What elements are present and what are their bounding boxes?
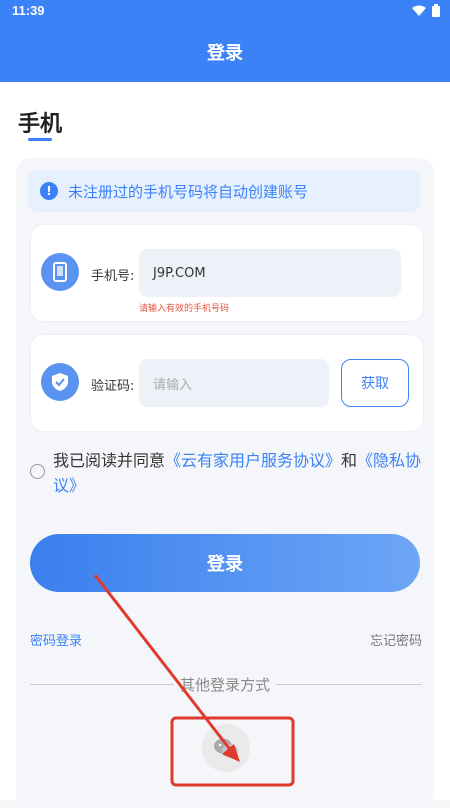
phone-icon	[41, 253, 79, 291]
get-code-button[interactable]: 获取	[341, 359, 409, 407]
phone-label: 手机号:	[91, 269, 135, 284]
login-button[interactable]: 登录	[30, 534, 420, 592]
header-title: 登录	[207, 43, 243, 64]
agreement-row: 我已阅读并同意《云有家用户服务协议》和《隐私协议》	[30, 448, 430, 498]
wifi-icon	[412, 5, 426, 16]
terms-link[interactable]: 《云有家用户服务协议》	[165, 451, 341, 470]
login-page: 手机 ! 未注册过的手机号码将自动创建账号 手机号: J9P.COM 请输入有效…	[0, 82, 450, 808]
agreement-checkbox[interactable]	[30, 464, 45, 479]
info-icon: !	[40, 182, 58, 200]
other-login-label: 其他登录方式	[16, 674, 434, 695]
phone-error: 请输入有效的手机号码	[139, 304, 230, 314]
code-label: 验证码:	[91, 379, 135, 394]
app-header: 登录	[0, 22, 450, 82]
wechat-icon	[214, 738, 238, 758]
phone-field: 手机号: J9P.COM 请输入有效的手机号码	[30, 224, 424, 322]
status-icons	[412, 4, 440, 17]
section-title: 手机	[18, 112, 63, 137]
phone-input[interactable]: J9P.COM	[139, 249, 401, 297]
code-field: 验证码: 请输入 获取	[30, 334, 424, 432]
password-login-link[interactable]: 密码登录	[30, 630, 82, 649]
forgot-password-link[interactable]: 忘记密码	[370, 630, 422, 649]
section-underline	[28, 138, 52, 141]
other-login-text: 其他登录方式	[173, 676, 276, 694]
agreement-text: 我已阅读并同意《云有家用户服务协议》和《隐私协议》	[53, 448, 428, 498]
notice-text: 未注册过的手机号码将自动创建账号	[68, 182, 309, 201]
status-time: 11:39	[12, 3, 45, 18]
agreement-prefix: 我已阅读并同意	[53, 451, 166, 470]
login-card: ! 未注册过的手机号码将自动创建账号 手机号: J9P.COM 请输入有效的手机…	[16, 158, 434, 808]
wechat-login-button[interactable]	[202, 724, 250, 772]
shield-check-icon	[41, 363, 79, 401]
status-bar: 11:39	[0, 0, 450, 22]
code-input[interactable]: 请输入	[139, 359, 329, 407]
battery-icon	[432, 4, 440, 17]
register-notice: ! 未注册过的手机号码将自动创建账号	[28, 170, 420, 212]
agreement-and: 和	[341, 451, 358, 470]
